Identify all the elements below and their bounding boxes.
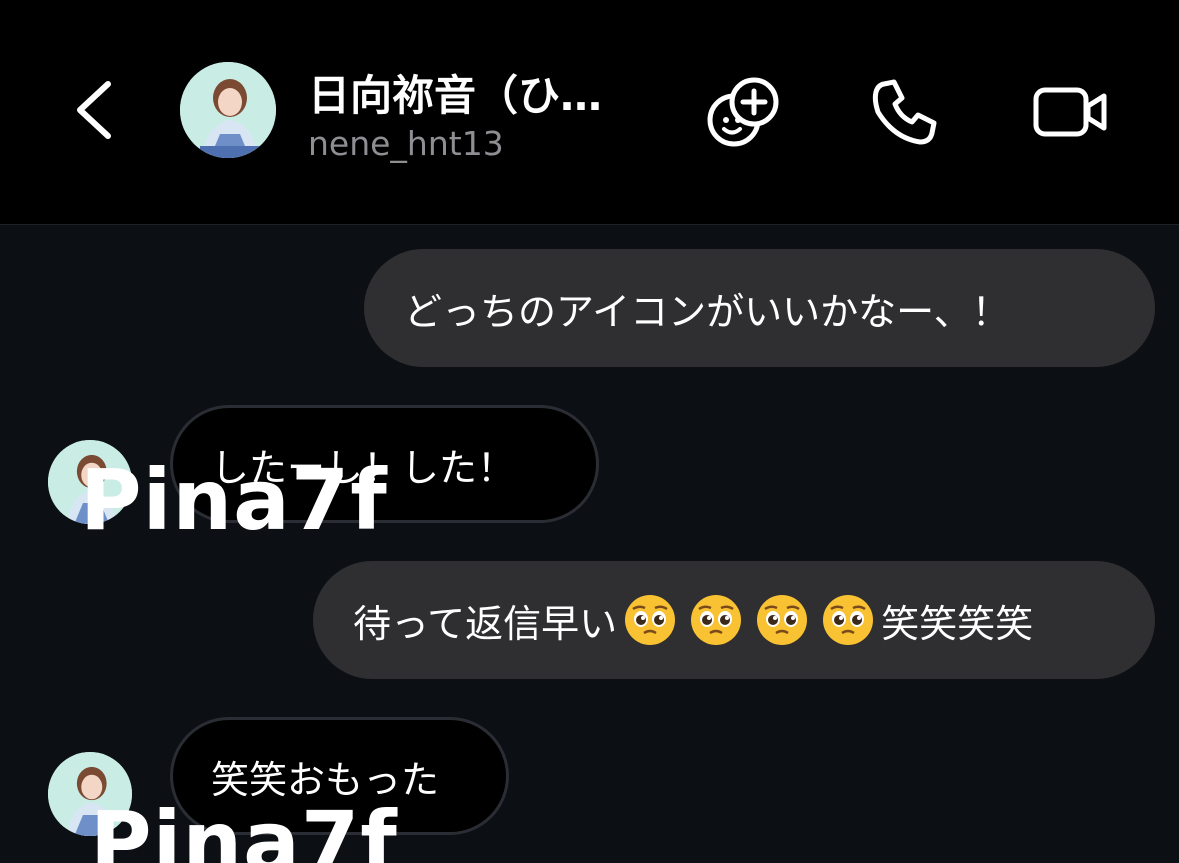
watermark-text: Pina7f [90, 793, 398, 863]
contact-avatar[interactable] [180, 62, 276, 158]
dm-screen: 日向祢音（ひ… nene_hnt13 どっちのアイコンがいいかなー、！ したーし… [0, 0, 1179, 863]
video-call-button[interactable] [1030, 72, 1110, 152]
pleading-face-emoji [755, 593, 809, 647]
pleading-face-emoji [623, 593, 677, 647]
sticker-add-icon [707, 77, 779, 147]
call-button[interactable] [864, 72, 944, 152]
outgoing-message[interactable]: 待って返信早い 笑笑笑笑 [313, 561, 1155, 679]
message-text: 笑笑笑笑 [881, 601, 1034, 646]
back-button[interactable] [66, 70, 126, 150]
effects-button[interactable] [702, 72, 782, 152]
message-text: 待って返信早い [353, 601, 618, 646]
watermark-text: Pina7f [80, 451, 388, 549]
contact-name[interactable]: 日向祢音（ひ… [308, 62, 602, 123]
chat-header: 日向祢音（ひ… nene_hnt13 [0, 0, 1179, 225]
pleading-face-emoji [689, 593, 743, 647]
message-text: どっちのアイコンがいいかなー、！ [404, 289, 1010, 334]
pleading-face-emoji [821, 593, 875, 647]
video-camera-icon [1033, 87, 1107, 137]
profile-photo [180, 62, 276, 158]
outgoing-message[interactable]: どっちのアイコンがいいかなー、！ [364, 249, 1155, 367]
chevron-left-icon [77, 81, 111, 139]
phone-icon [872, 79, 937, 145]
contact-handle[interactable]: nene_hnt13 [308, 124, 504, 163]
